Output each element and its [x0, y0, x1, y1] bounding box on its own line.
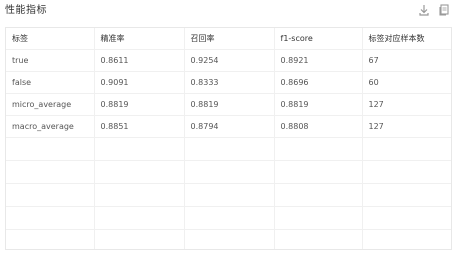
empty-cell	[94, 206, 185, 230]
cell-f1-score: 0.8921	[274, 49, 363, 72]
panel-title: 性能指标	[5, 5, 47, 16]
cell-recall: 0.8333	[184, 71, 275, 94]
copy-icon[interactable]	[437, 2, 451, 16]
table-row: micro_average 0.8819 0.8819 0.8819 127	[6, 93, 451, 116]
empty-cell	[274, 160, 363, 184]
cell-f1-score: 0.8808	[274, 115, 363, 138]
cell-recall: 0.8794	[184, 115, 275, 138]
empty-cell	[94, 137, 185, 161]
empty-cell	[184, 229, 275, 249]
empty-row	[6, 160, 451, 184]
empty-cell	[6, 183, 95, 207]
empty-cell	[274, 206, 363, 230]
empty-cell	[362, 160, 451, 184]
empty-cell	[362, 183, 451, 207]
empty-row	[6, 229, 451, 249]
empty-cell	[184, 206, 275, 230]
metrics-table: 标签 精准率 召回率 f1-score 标签对应样本数 true 0.8611 …	[6, 28, 451, 249]
metrics-table-container: 标签 精准率 召回率 f1-score 标签对应样本数 true 0.8611 …	[5, 27, 452, 250]
empty-cell	[6, 206, 95, 230]
cell-label: micro_average	[6, 93, 95, 116]
cell-precision: 0.8819	[94, 93, 185, 116]
empty-cell	[6, 160, 95, 184]
cell-recall: 0.8819	[184, 93, 275, 116]
empty-cell	[274, 229, 363, 249]
empty-cell	[184, 183, 275, 207]
cell-support: 127	[362, 93, 451, 116]
metrics-panel: 性能指标 标签 精准率 召回率 f1-score 标签对应样本数 true 0.…	[0, 0, 458, 254]
empty-cell	[362, 206, 451, 230]
empty-cell	[94, 183, 185, 207]
cell-precision: 0.8611	[94, 49, 185, 72]
cell-support: 60	[362, 71, 451, 94]
table-header-row: 标签 精准率 召回率 f1-score 标签对应样本数	[6, 28, 451, 50]
header-f1-score[interactable]: f1-score	[274, 28, 363, 50]
table-row: true 0.8611 0.9254 0.8921 67	[6, 49, 451, 72]
empty-row	[6, 183, 451, 207]
cell-f1-score: 0.8819	[274, 93, 363, 116]
empty-cell	[94, 229, 185, 249]
empty-cell	[6, 137, 95, 161]
empty-row	[6, 206, 451, 230]
table-row: macro_average 0.8851 0.8794 0.8808 127	[6, 115, 451, 138]
header-label[interactable]: 标签	[6, 28, 95, 50]
empty-cell	[94, 160, 185, 184]
cell-precision: 0.8851	[94, 115, 185, 138]
table-row: false 0.9091 0.8333 0.8696 60	[6, 71, 451, 94]
empty-cell	[362, 229, 451, 249]
cell-support: 127	[362, 115, 451, 138]
download-icon[interactable]	[417, 2, 431, 16]
cell-recall: 0.9254	[184, 49, 275, 72]
cell-label: macro_average	[6, 115, 95, 138]
cell-precision: 0.9091	[94, 71, 185, 94]
cell-label: true	[6, 49, 95, 72]
empty-cell	[274, 137, 363, 161]
empty-cell	[274, 183, 363, 207]
cell-support: 67	[362, 49, 451, 72]
empty-cell	[184, 160, 275, 184]
header-recall[interactable]: 召回率	[184, 28, 275, 50]
cell-f1-score: 0.8696	[274, 71, 363, 94]
empty-cell	[184, 137, 275, 161]
cell-label: false	[6, 71, 95, 94]
header-precision[interactable]: 精准率	[94, 28, 185, 50]
empty-row	[6, 137, 451, 161]
empty-cell	[362, 137, 451, 161]
header-support[interactable]: 标签对应样本数	[362, 28, 451, 50]
empty-cell	[6, 229, 95, 249]
